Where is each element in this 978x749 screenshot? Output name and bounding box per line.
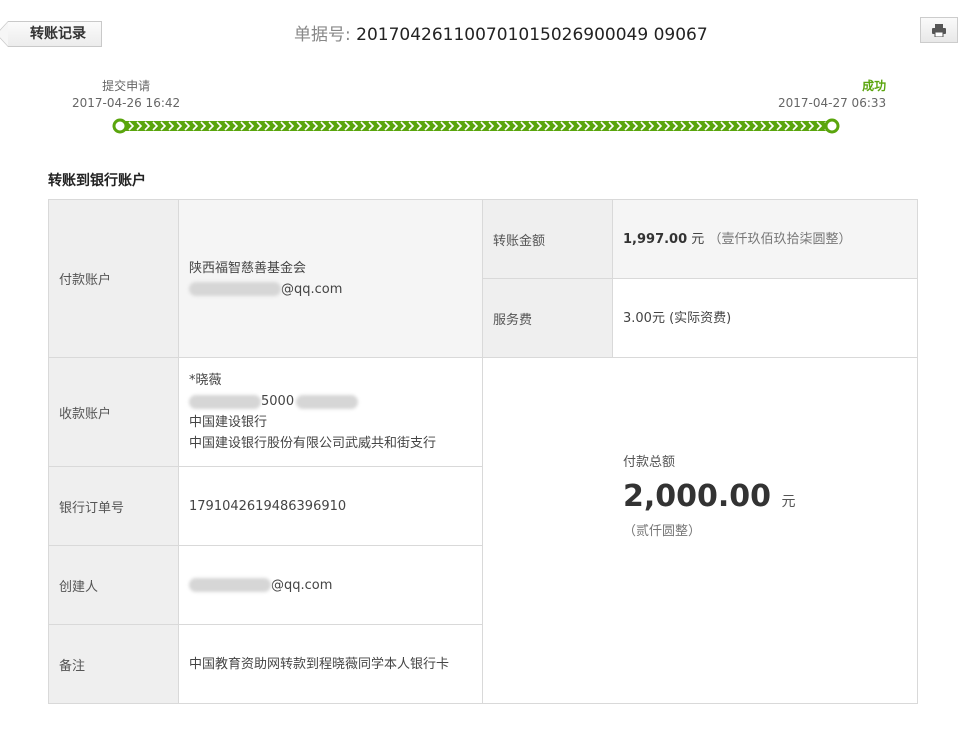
section-title: 转账到银行账户 <box>48 173 146 189</box>
transfer-amount-value: 1,997.00 元 （壹仟玖佰玖拾柒圆整） <box>613 200 918 279</box>
progress-step-submitted-time: 2017-04-26 16:42 <box>72 96 181 110</box>
document-number: 单据号: 201704261100701015026900049 09067 <box>294 20 708 45</box>
creator-value: @qq.com <box>179 546 483 625</box>
payee-label: 收款账户 <box>49 358 179 467</box>
creator-email: @qq.com <box>189 575 482 596</box>
print-button[interactable] <box>920 17 958 43</box>
document-number-value: 201704261100701015026900049 09067 <box>356 25 708 45</box>
service-fee-label: 服务费 <box>483 279 613 358</box>
service-fee-value: 3.00元 (实际资费) <box>613 279 918 358</box>
payee-branch: 中国建设银行股份有限公司武威共和街支行 <box>189 436 437 451</box>
creator-email-suffix: @qq.com <box>271 577 333 593</box>
progress-step-submitted: 提交申请 2017-04-26 16:42 <box>72 78 180 112</box>
transfer-amount-chinese: （壹仟玖佰玖拾柒圆整） <box>708 231 852 247</box>
remark-value: 中国教育资助网转款到程晓薇同学本人银行卡 <box>179 625 483 703</box>
redacted-mask <box>189 578 271 592</box>
payer-label: 付款账户 <box>49 200 179 358</box>
redacted-mask <box>189 394 261 409</box>
total-box: 付款总额 2,000.00 元 （贰仟圆整） <box>623 453 796 542</box>
back-to-transfer-records-button[interactable]: 转账记录 <box>0 21 102 47</box>
progress-step-submitted-title: 提交申请 <box>102 79 151 93</box>
progress-step-success-time: 2017-04-27 06:33 <box>778 96 887 110</box>
progress-track <box>112 118 840 134</box>
total-amount: 2,000.00 元 <box>623 477 796 522</box>
payee-account: 5000 <box>189 391 482 412</box>
total-amount-unit: 元 <box>781 494 796 510</box>
total-panel: 付款总额 2,000.00 元 （贰仟圆整） <box>483 358 918 703</box>
transfer-amount-unit: 元 <box>691 231 705 247</box>
redacted-mask <box>189 282 281 296</box>
total-amount-chinese: （贰仟圆整） <box>623 524 702 539</box>
payer-email-suffix: @qq.com <box>281 281 343 297</box>
remark-label: 备注 <box>49 625 179 703</box>
bank-order-value: 1791042619486396910 <box>179 467 483 546</box>
payee-bank: 中国建设银行 <box>189 415 268 430</box>
transfer-amount-number: 1,997.00 <box>623 231 688 247</box>
creator-label: 创建人 <box>49 546 179 625</box>
payee-account-partial: 5000 <box>261 394 295 409</box>
payer-email: @qq.com <box>189 279 482 300</box>
transfer-amount-label: 转账金额 <box>483 200 613 279</box>
progress-step-success-title: 成功 <box>862 79 887 93</box>
progress-end-dot <box>824 118 840 134</box>
bank-order-label: 银行订单号 <box>49 467 179 546</box>
redacted-mask <box>296 394 359 409</box>
payer-value: 陕西福智慈善基金会 @qq.com <box>179 200 483 358</box>
progress-step-success: 成功 2017-04-27 06:33 <box>778 78 886 112</box>
total-amount-number: 2,000.00 <box>623 479 772 514</box>
payee-value: *晓薇 5000 中国建设银行 中国建设银行股份有限公司武威共和街支行 <box>179 358 483 467</box>
payee-name: *晓薇 <box>189 373 222 388</box>
payer-name: 陕西福智慈善基金会 <box>189 260 307 276</box>
printer-icon <box>932 23 946 37</box>
document-number-label: 单据号: <box>294 25 357 45</box>
progress-start-dot <box>112 118 128 134</box>
transfer-detail-table: 付款账户 陕西福智慈善基金会 @qq.com 转账金额 1,997.00 元 （… <box>48 199 918 704</box>
total-label: 付款总额 <box>623 455 676 470</box>
